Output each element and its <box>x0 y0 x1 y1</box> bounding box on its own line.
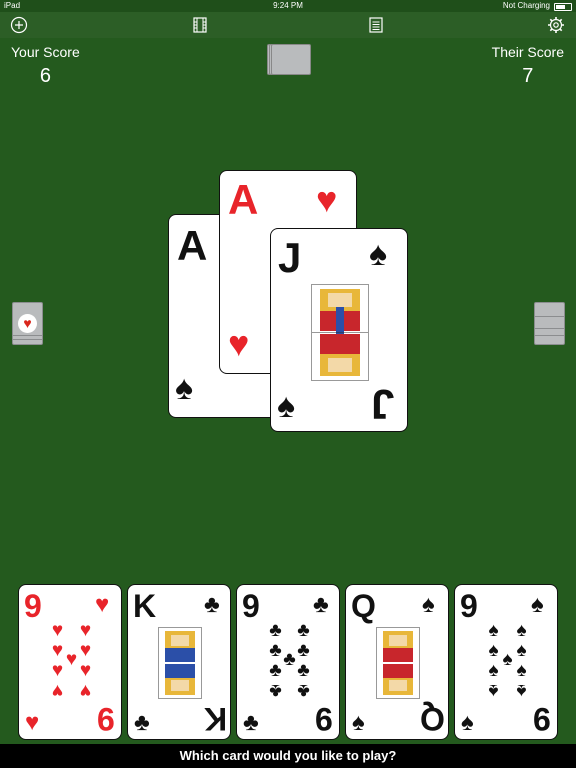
their-score-value: 7 <box>522 65 534 87</box>
card-rank-inverted: J <box>371 381 395 428</box>
club-icon: ♣ <box>134 709 150 736</box>
spade-icon: ♠ <box>516 620 527 641</box>
club-icon: ♣ <box>204 591 220 618</box>
heart-icon: ♥ <box>79 620 92 641</box>
spade-icon: ♠ <box>488 680 499 701</box>
clock: 9:24 PM <box>273 1 303 10</box>
replay-button[interactable] <box>189 15 211 35</box>
document-icon <box>369 17 383 33</box>
card-rank: A <box>228 176 259 223</box>
card-pips: ♥ ♥ ♥ ♥ ♥ ♥ ♥ ♥ ♥ <box>19 585 121 739</box>
club-icon: ♣ <box>269 680 282 701</box>
card-rank-inverted: Q <box>420 701 445 737</box>
card-back <box>271 44 311 75</box>
heart-icon: ♥ <box>51 680 64 701</box>
film-icon <box>193 17 207 33</box>
hand-card-queen-spades[interactable]: Q ♠ ♠ Q <box>345 584 449 740</box>
new-game-button[interactable] <box>8 15 30 35</box>
their-score-label: Their Score <box>491 44 564 60</box>
trump-heart-icon: ♥ <box>18 314 37 333</box>
status-bar: iPad 9:24 PM Not Charging <box>0 0 576 12</box>
card-rank: J <box>278 234 302 281</box>
spade-icon: ♠ <box>422 591 435 618</box>
jack-face-illustration <box>311 284 369 381</box>
trick-card-jack-spades: J ♠ ♠ J <box>270 228 408 432</box>
battery-icon <box>554 3 572 11</box>
plus-circle-icon <box>10 16 28 34</box>
spade-icon: ♠ <box>277 387 296 425</box>
club-icon: ♣ <box>297 620 310 641</box>
heart-icon: ♥ <box>79 680 92 701</box>
toolbar <box>0 12 576 38</box>
game-log-button[interactable] <box>365 15 387 35</box>
gear-icon <box>548 17 564 33</box>
card-rank: K <box>133 588 157 624</box>
card-rank: Q <box>351 588 376 624</box>
spade-icon: ♠ <box>516 660 527 681</box>
your-score-value: 6 <box>39 65 51 87</box>
club-icon: ♣ <box>269 660 282 681</box>
your-score-label: Your Score <box>11 44 80 60</box>
heart-icon: ♥ <box>228 323 250 364</box>
spade-icon: ♠ <box>352 709 365 736</box>
spade-icon: ♠ <box>369 235 388 273</box>
opponent-deck <box>267 44 311 75</box>
king-face-illustration <box>158 627 202 699</box>
card-pips: ♠ ♠ ♠ ♠ ♠ ♠ ♠ ♠ ♠ <box>455 585 557 739</box>
hand-card-nine-clubs[interactable]: 9 ♣ ♣ 9 ♣ ♣ ♣ ♣ ♣ ♣ ♣ ♣ ♣ <box>236 584 340 740</box>
your-score: Your Score 6 <box>11 44 80 88</box>
club-icon: ♣ <box>269 620 282 641</box>
heart-icon: ♥ <box>51 620 64 641</box>
spade-icon: ♠ <box>516 680 527 701</box>
battery-status: Not Charging <box>502 1 550 10</box>
club-icon: ♣ <box>297 660 310 681</box>
hand-card-king-clubs[interactable]: K ♣ ♣ K <box>127 584 231 740</box>
hand-card-nine-hearts[interactable]: 9 ♥ ♥ 9 ♥ ♥ ♥ ♥ ♥ ♥ ♥ ♥ ♥ <box>18 584 122 740</box>
heart-icon: ♥ <box>51 660 64 681</box>
prompt-text: Which card would you like to play? <box>179 748 397 763</box>
their-score: Their Score 7 <box>492 44 564 88</box>
left-trick-pile: ♥ <box>12 302 43 345</box>
spade-icon: ♠ <box>175 369 194 407</box>
spade-icon: ♠ <box>488 660 499 681</box>
hand-card-nine-spades[interactable]: 9 ♠ ♠ 9 ♠ ♠ ♠ ♠ ♠ ♠ ♠ ♠ ♠ <box>454 584 558 740</box>
right-trick-pile <box>534 302 565 345</box>
heart-icon: ♥ <box>79 660 92 681</box>
heart-icon: ♥ <box>316 179 338 220</box>
queen-face-illustration <box>376 627 420 699</box>
card-pips: ♣ ♣ ♣ ♣ ♣ ♣ ♣ ♣ ♣ <box>237 585 339 739</box>
card-rank: A <box>177 222 208 269</box>
spade-icon: ♠ <box>488 620 499 641</box>
card-rank-inverted: K <box>204 701 228 737</box>
club-icon: ♣ <box>297 680 310 701</box>
settings-button[interactable] <box>545 15 567 35</box>
prompt-bar: Which card would you like to play? <box>0 744 576 768</box>
